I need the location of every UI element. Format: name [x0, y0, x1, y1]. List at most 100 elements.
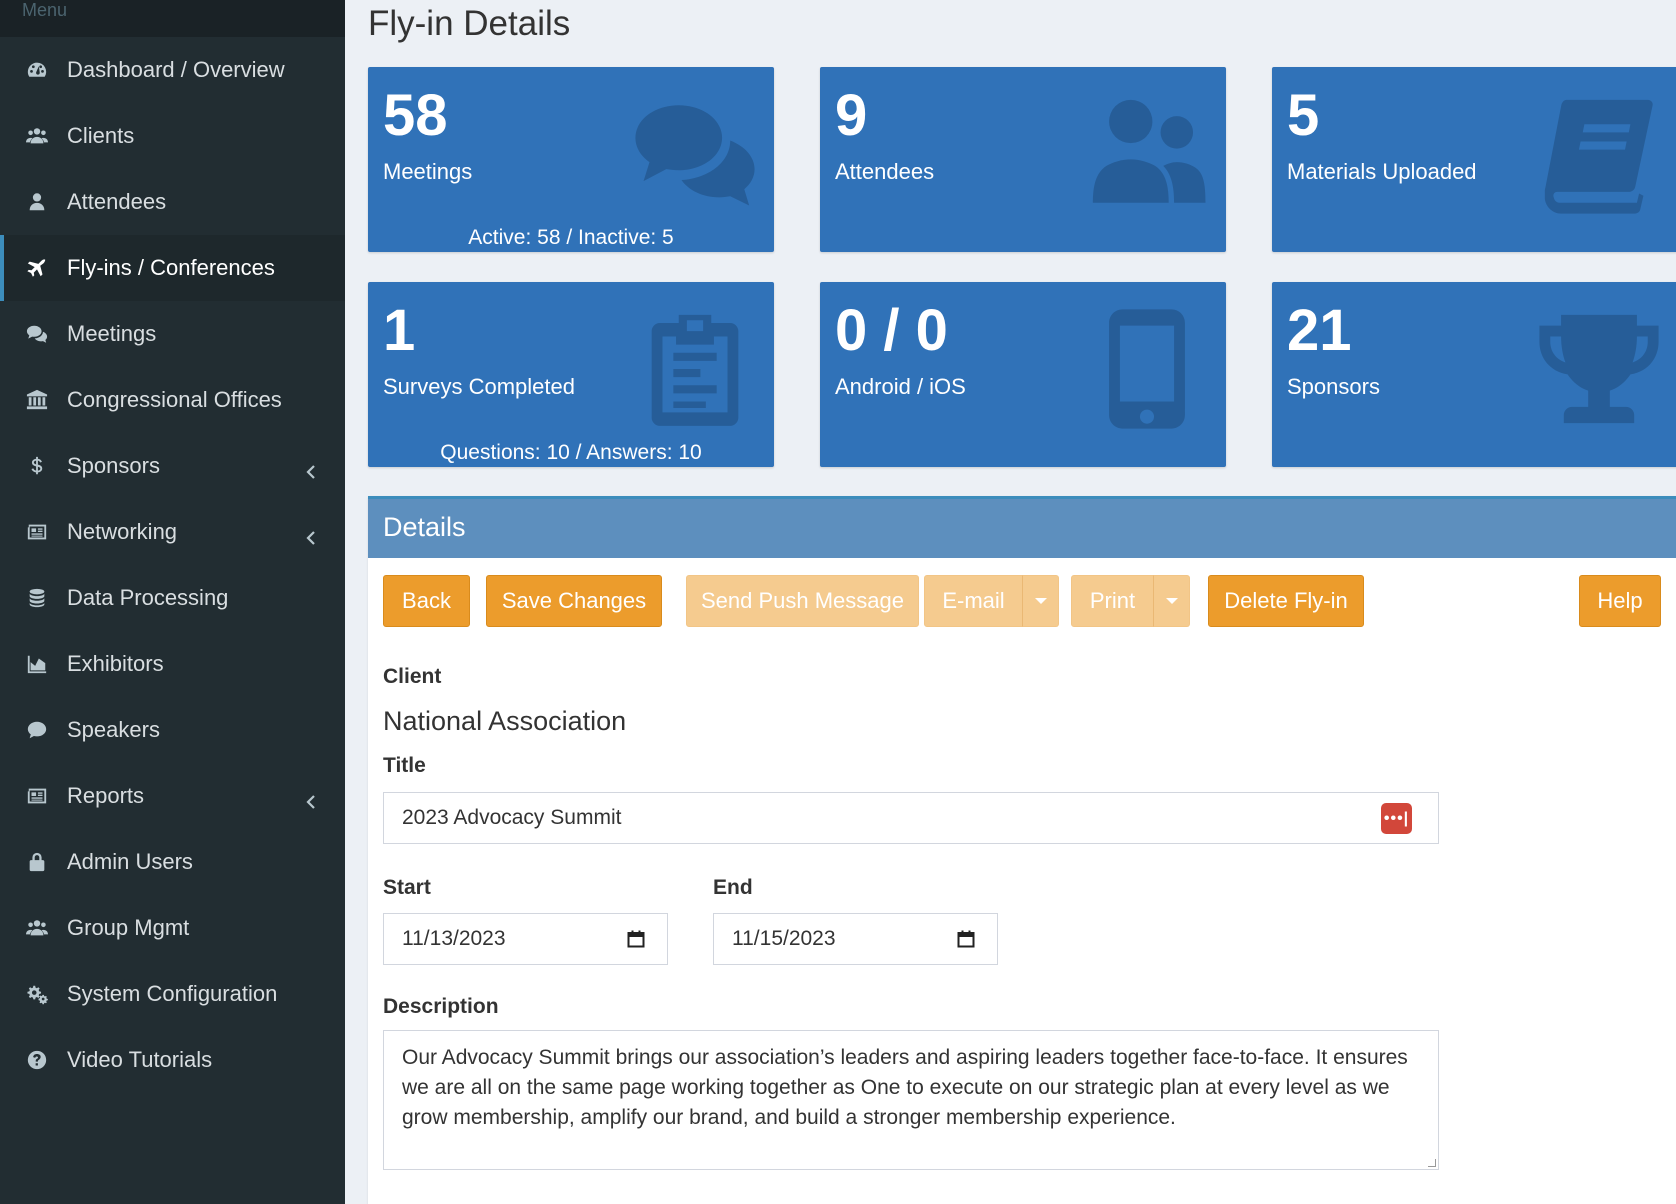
sidebar-item-label: Exhibitors [67, 651, 164, 676]
tile-value: 1 [383, 298, 416, 363]
sidebar-item-reports[interactable]: Reports [0, 763, 345, 829]
tile-label: Materials Uploaded [1287, 159, 1477, 184]
sidebar-item-data-processing[interactable]: Data Processing [0, 565, 345, 631]
sidebar-item-sponsors[interactable]: Sponsors [0, 433, 345, 499]
details-toolbar: Back Save Changes Send Push Message E-ma… [383, 575, 1661, 627]
tile-label: Sponsors [1287, 374, 1380, 399]
dollar-icon [4, 455, 67, 477]
sidebar-item-networking[interactable]: Networking [0, 499, 345, 565]
newspaper-icon [4, 521, 67, 543]
details-box: Details Back Save Changes Send Push Mess… [368, 496, 1676, 1204]
sidebar-item-label: Group Mgmt [67, 915, 190, 940]
users-icon [4, 917, 67, 939]
title-input[interactable]: 2023 Advocacy Summit •••| [383, 792, 1439, 844]
save-changes-button[interactable]: Save Changes [486, 575, 662, 627]
print-dropdown-toggle[interactable] [1153, 575, 1190, 627]
sidebar-item-group-mgmt[interactable]: Group Mgmt [0, 895, 345, 961]
comment-icon [4, 719, 67, 741]
tile-devices[interactable]: 0 / 0 Android / iOS [820, 282, 1226, 467]
sidebar-item-label: Meetings [67, 321, 157, 346]
calendar-icon[interactable] [957, 930, 975, 948]
tile-value: 58 [383, 83, 448, 148]
end-date-value: 11/15/2023 [732, 927, 836, 950]
sidebar-item-fly-ins[interactable]: Fly-ins / Conferences [0, 235, 345, 301]
chevron-left-icon [305, 459, 317, 479]
tile-value: 0 / 0 [835, 298, 948, 363]
area-chart-icon [4, 653, 67, 675]
users-icon [4, 125, 67, 147]
start-date-input[interactable]: 11/13/2023 [383, 913, 668, 965]
client-label: Client [383, 665, 442, 688]
comments-icon [4, 323, 67, 345]
help-button[interactable]: Help [1579, 575, 1661, 627]
chevron-left-icon [305, 789, 317, 809]
print-button[interactable]: Print [1071, 575, 1154, 627]
tile-materials[interactable]: 5 Materials Uploaded [1272, 67, 1676, 252]
sidebar-item-label: Clients [67, 123, 135, 148]
mobile-icon [1082, 304, 1212, 434]
sidebar-item-label: Reports [67, 783, 145, 808]
description-label: Description [383, 995, 499, 1018]
sidebar-item-video-tutorials[interactable]: Video Tutorials [0, 1027, 345, 1093]
delete-fly-in-button[interactable]: Delete Fly-in [1208, 575, 1364, 627]
sidebar-item-label: Sponsors [67, 453, 160, 478]
description-value: Our Advocacy Summit brings our associati… [402, 1046, 1408, 1129]
tile-footer: Questions: 10 / Answers: 10 [440, 441, 702, 464]
tile-meetings[interactable]: 58 Meetings Active: 58 / Inactive: 5 [368, 67, 774, 252]
start-label: Start [383, 876, 431, 899]
tile-label: Attendees [835, 159, 935, 184]
sidebar-item-meetings[interactable]: Meetings [0, 301, 345, 367]
sidebar-item-label: Speakers [67, 717, 160, 742]
send-push-message-button[interactable]: Send Push Message [686, 575, 919, 627]
end-label: End [713, 876, 753, 899]
gears-icon [4, 983, 67, 1005]
email-dropdown-toggle[interactable] [1022, 575, 1059, 627]
sidebar-item-label: Dashboard / Overview [67, 57, 285, 82]
sidebar-item-label: Attendees [67, 189, 167, 214]
tile-sponsors[interactable]: 21 Sponsors [1272, 282, 1676, 467]
users-icon [1082, 89, 1212, 219]
sidebar-item-exhibitors[interactable]: Exhibitors [0, 631, 345, 697]
trophy-icon [1534, 304, 1664, 434]
email-button[interactable]: E-mail [924, 575, 1023, 627]
title-label: Title [383, 754, 426, 777]
tile-footer: Active: 58 / Inactive: 5 [468, 226, 674, 249]
sidebar-item-dashboard[interactable]: Dashboard / Overview [0, 37, 345, 103]
clipboard-icon [630, 304, 760, 434]
tile-surveys[interactable]: 1 Surveys Completed Questions: 10 / Answ… [368, 282, 774, 467]
bank-icon [4, 389, 67, 411]
tile-label: Surveys Completed [383, 374, 575, 399]
back-button[interactable]: Back [383, 575, 470, 627]
lock-icon [4, 851, 67, 873]
caret-down-icon [1034, 598, 1047, 604]
sidebar-item-speakers[interactable]: Speakers [0, 697, 345, 763]
main-content: Fly-in Details 58 Meetings Active: 58 / … [345, 0, 1676, 1204]
sidebar-item-label: Video Tutorials [67, 1047, 213, 1072]
sidebar-item-label: Congressional Offices [67, 387, 282, 412]
book-icon [1534, 89, 1664, 219]
menu-header: Menu [0, 0, 345, 37]
tile-attendees[interactable]: 9 Attendees [820, 67, 1226, 252]
sidebar-item-label: Networking [67, 519, 178, 544]
sidebar-item-admin-users[interactable]: Admin Users [0, 829, 345, 895]
resize-handle[interactable] [1428, 1159, 1436, 1167]
description-textarea[interactable]: Our Advocacy Summit brings our associati… [383, 1030, 1439, 1170]
details-header: Details [368, 499, 1676, 558]
sidebar-item-attendees[interactable]: Attendees [0, 169, 345, 235]
tile-value: 5 [1287, 83, 1320, 148]
sidebar-item-clients[interactable]: Clients [0, 103, 345, 169]
sidebar-item-system-configuration[interactable]: System Configuration [0, 961, 345, 1027]
calendar-icon[interactable] [627, 930, 645, 948]
caret-down-icon [1165, 598, 1178, 604]
tile-label: Meetings [383, 159, 473, 184]
sidebar-item-congressional-offices[interactable]: Congressional Offices [0, 367, 345, 433]
page-title: Fly-in Details [368, 4, 571, 43]
question-circle-icon [4, 1049, 67, 1071]
sidebar: Menu Dashboard / Overview Clients Attend… [0, 0, 345, 1204]
sidebar-item-label: Admin Users [67, 849, 193, 874]
dashboard-icon [4, 59, 67, 81]
password-manager-icon[interactable]: •••| [1381, 803, 1412, 834]
tile-value: 21 [1287, 298, 1352, 363]
user-icon [4, 191, 67, 213]
end-date-input[interactable]: 11/15/2023 [713, 913, 998, 965]
